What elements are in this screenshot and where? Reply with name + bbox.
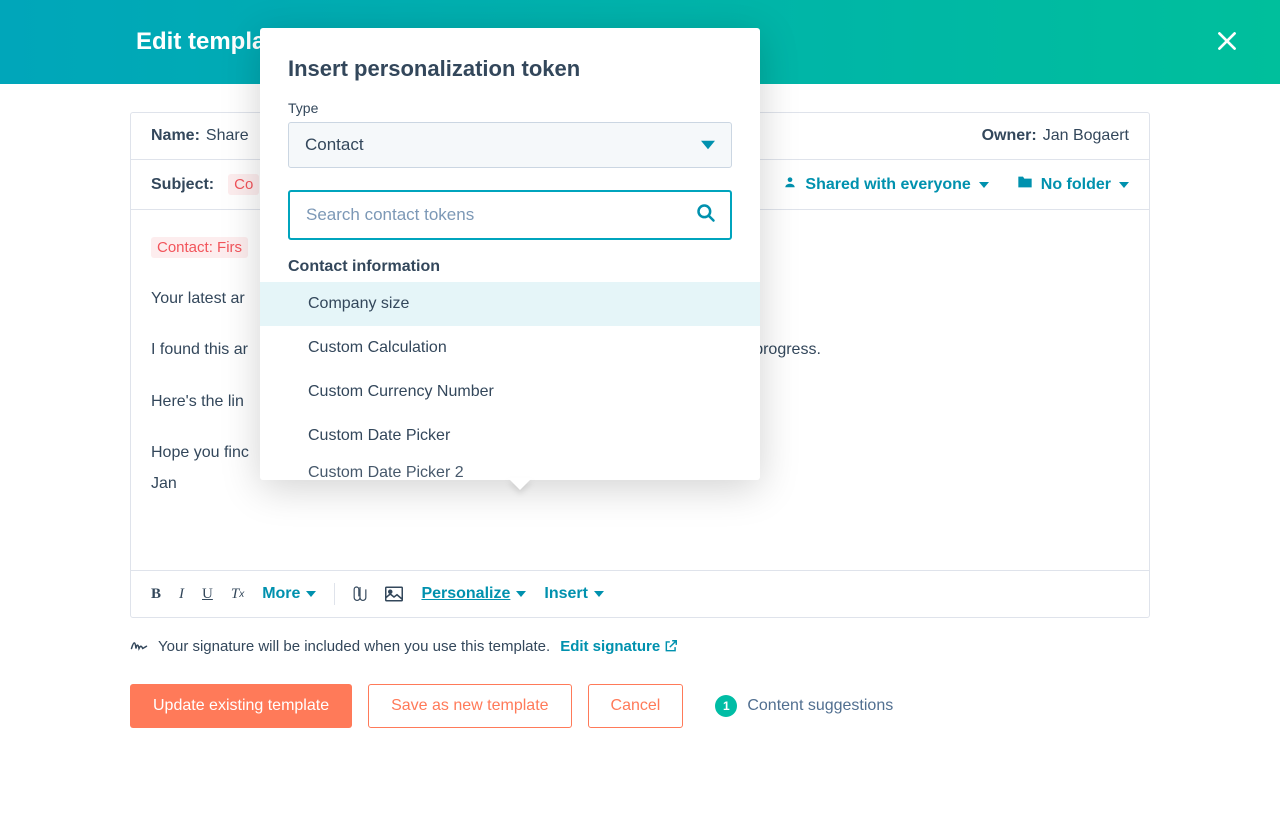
content-suggestions[interactable]: 1 Content suggestions bbox=[715, 695, 893, 717]
close-icon[interactable] bbox=[1214, 28, 1240, 59]
token-options: Company size Custom Calculation Custom C… bbox=[260, 282, 760, 480]
search-input[interactable] bbox=[304, 204, 686, 226]
folder-dropdown[interactable]: No folder bbox=[1017, 175, 1129, 194]
user-icon bbox=[783, 175, 797, 194]
shared-with-dropdown[interactable]: Shared with everyone bbox=[783, 175, 988, 194]
type-select[interactable]: Contact bbox=[288, 122, 732, 168]
folder-icon bbox=[1017, 175, 1033, 194]
bold-button[interactable]: B bbox=[151, 586, 161, 603]
more-dropdown[interactable]: More bbox=[262, 585, 316, 603]
subject-label: Subject: bbox=[151, 176, 214, 194]
shared-label: Shared with everyone bbox=[805, 176, 970, 194]
signature-note-row: Your signature will be included when you… bbox=[130, 636, 1150, 656]
token-option[interactable]: Custom Date Picker bbox=[260, 414, 760, 458]
token-option[interactable]: Custom Calculation bbox=[260, 326, 760, 370]
body-greeting-token[interactable]: Contact: Firs bbox=[151, 237, 248, 258]
personalize-dropdown[interactable]: Personalize bbox=[421, 585, 526, 603]
token-option[interactable]: Custom Date Picker 2 bbox=[260, 458, 760, 480]
clear-formatting-button[interactable]: Tx bbox=[231, 586, 244, 603]
name-value[interactable]: Share bbox=[206, 127, 249, 145]
chevron-down-icon bbox=[1119, 180, 1129, 190]
name-label: Name: bbox=[151, 127, 200, 145]
type-value: Contact bbox=[305, 135, 364, 155]
token-search[interactable] bbox=[288, 190, 732, 240]
subject-token[interactable]: Co bbox=[228, 174, 259, 195]
token-option[interactable]: Company size bbox=[260, 282, 760, 326]
personalization-token-modal: Insert personalization token Type Contac… bbox=[260, 28, 760, 480]
italic-button[interactable]: I bbox=[179, 586, 184, 603]
cancel-button[interactable]: Cancel bbox=[588, 684, 684, 728]
edit-signature-link[interactable]: Edit signature bbox=[560, 638, 678, 655]
insert-dropdown[interactable]: Insert bbox=[544, 585, 604, 603]
suggestions-count-badge: 1 bbox=[715, 695, 737, 717]
signature-script-icon bbox=[130, 636, 148, 656]
token-group-title: Contact information bbox=[288, 258, 732, 276]
search-icon bbox=[696, 203, 716, 228]
editor-toolbar: B I U Tx More Personalize Insert bbox=[131, 570, 1149, 617]
chevron-down-icon bbox=[979, 180, 989, 190]
image-icon[interactable] bbox=[385, 586, 403, 602]
signature-note: Your signature will be included when you… bbox=[158, 638, 550, 655]
folder-label: No folder bbox=[1041, 176, 1111, 194]
chevron-down-icon bbox=[516, 589, 526, 599]
type-label: Type bbox=[288, 100, 732, 116]
attachment-icon[interactable] bbox=[353, 585, 367, 603]
chevron-down-icon bbox=[306, 589, 316, 599]
update-template-button[interactable]: Update existing template bbox=[130, 684, 352, 728]
suggestions-label: Content suggestions bbox=[747, 697, 893, 715]
owner-value: Jan Bogaert bbox=[1043, 127, 1129, 145]
modal-title: Insert personalization token bbox=[288, 56, 732, 82]
owner-label: Owner: bbox=[982, 127, 1037, 145]
page-title: Edit template bbox=[40, 28, 287, 56]
chevron-down-icon bbox=[701, 140, 715, 150]
underline-button[interactable]: U bbox=[202, 586, 213, 603]
save-as-new-button[interactable]: Save as new template bbox=[368, 684, 571, 728]
toolbar-divider bbox=[334, 583, 335, 605]
action-bar: Update existing template Save as new tem… bbox=[130, 684, 1150, 728]
external-link-icon bbox=[664, 639, 678, 653]
chevron-down-icon bbox=[594, 589, 604, 599]
token-option[interactable]: Custom Currency Number bbox=[260, 370, 760, 414]
